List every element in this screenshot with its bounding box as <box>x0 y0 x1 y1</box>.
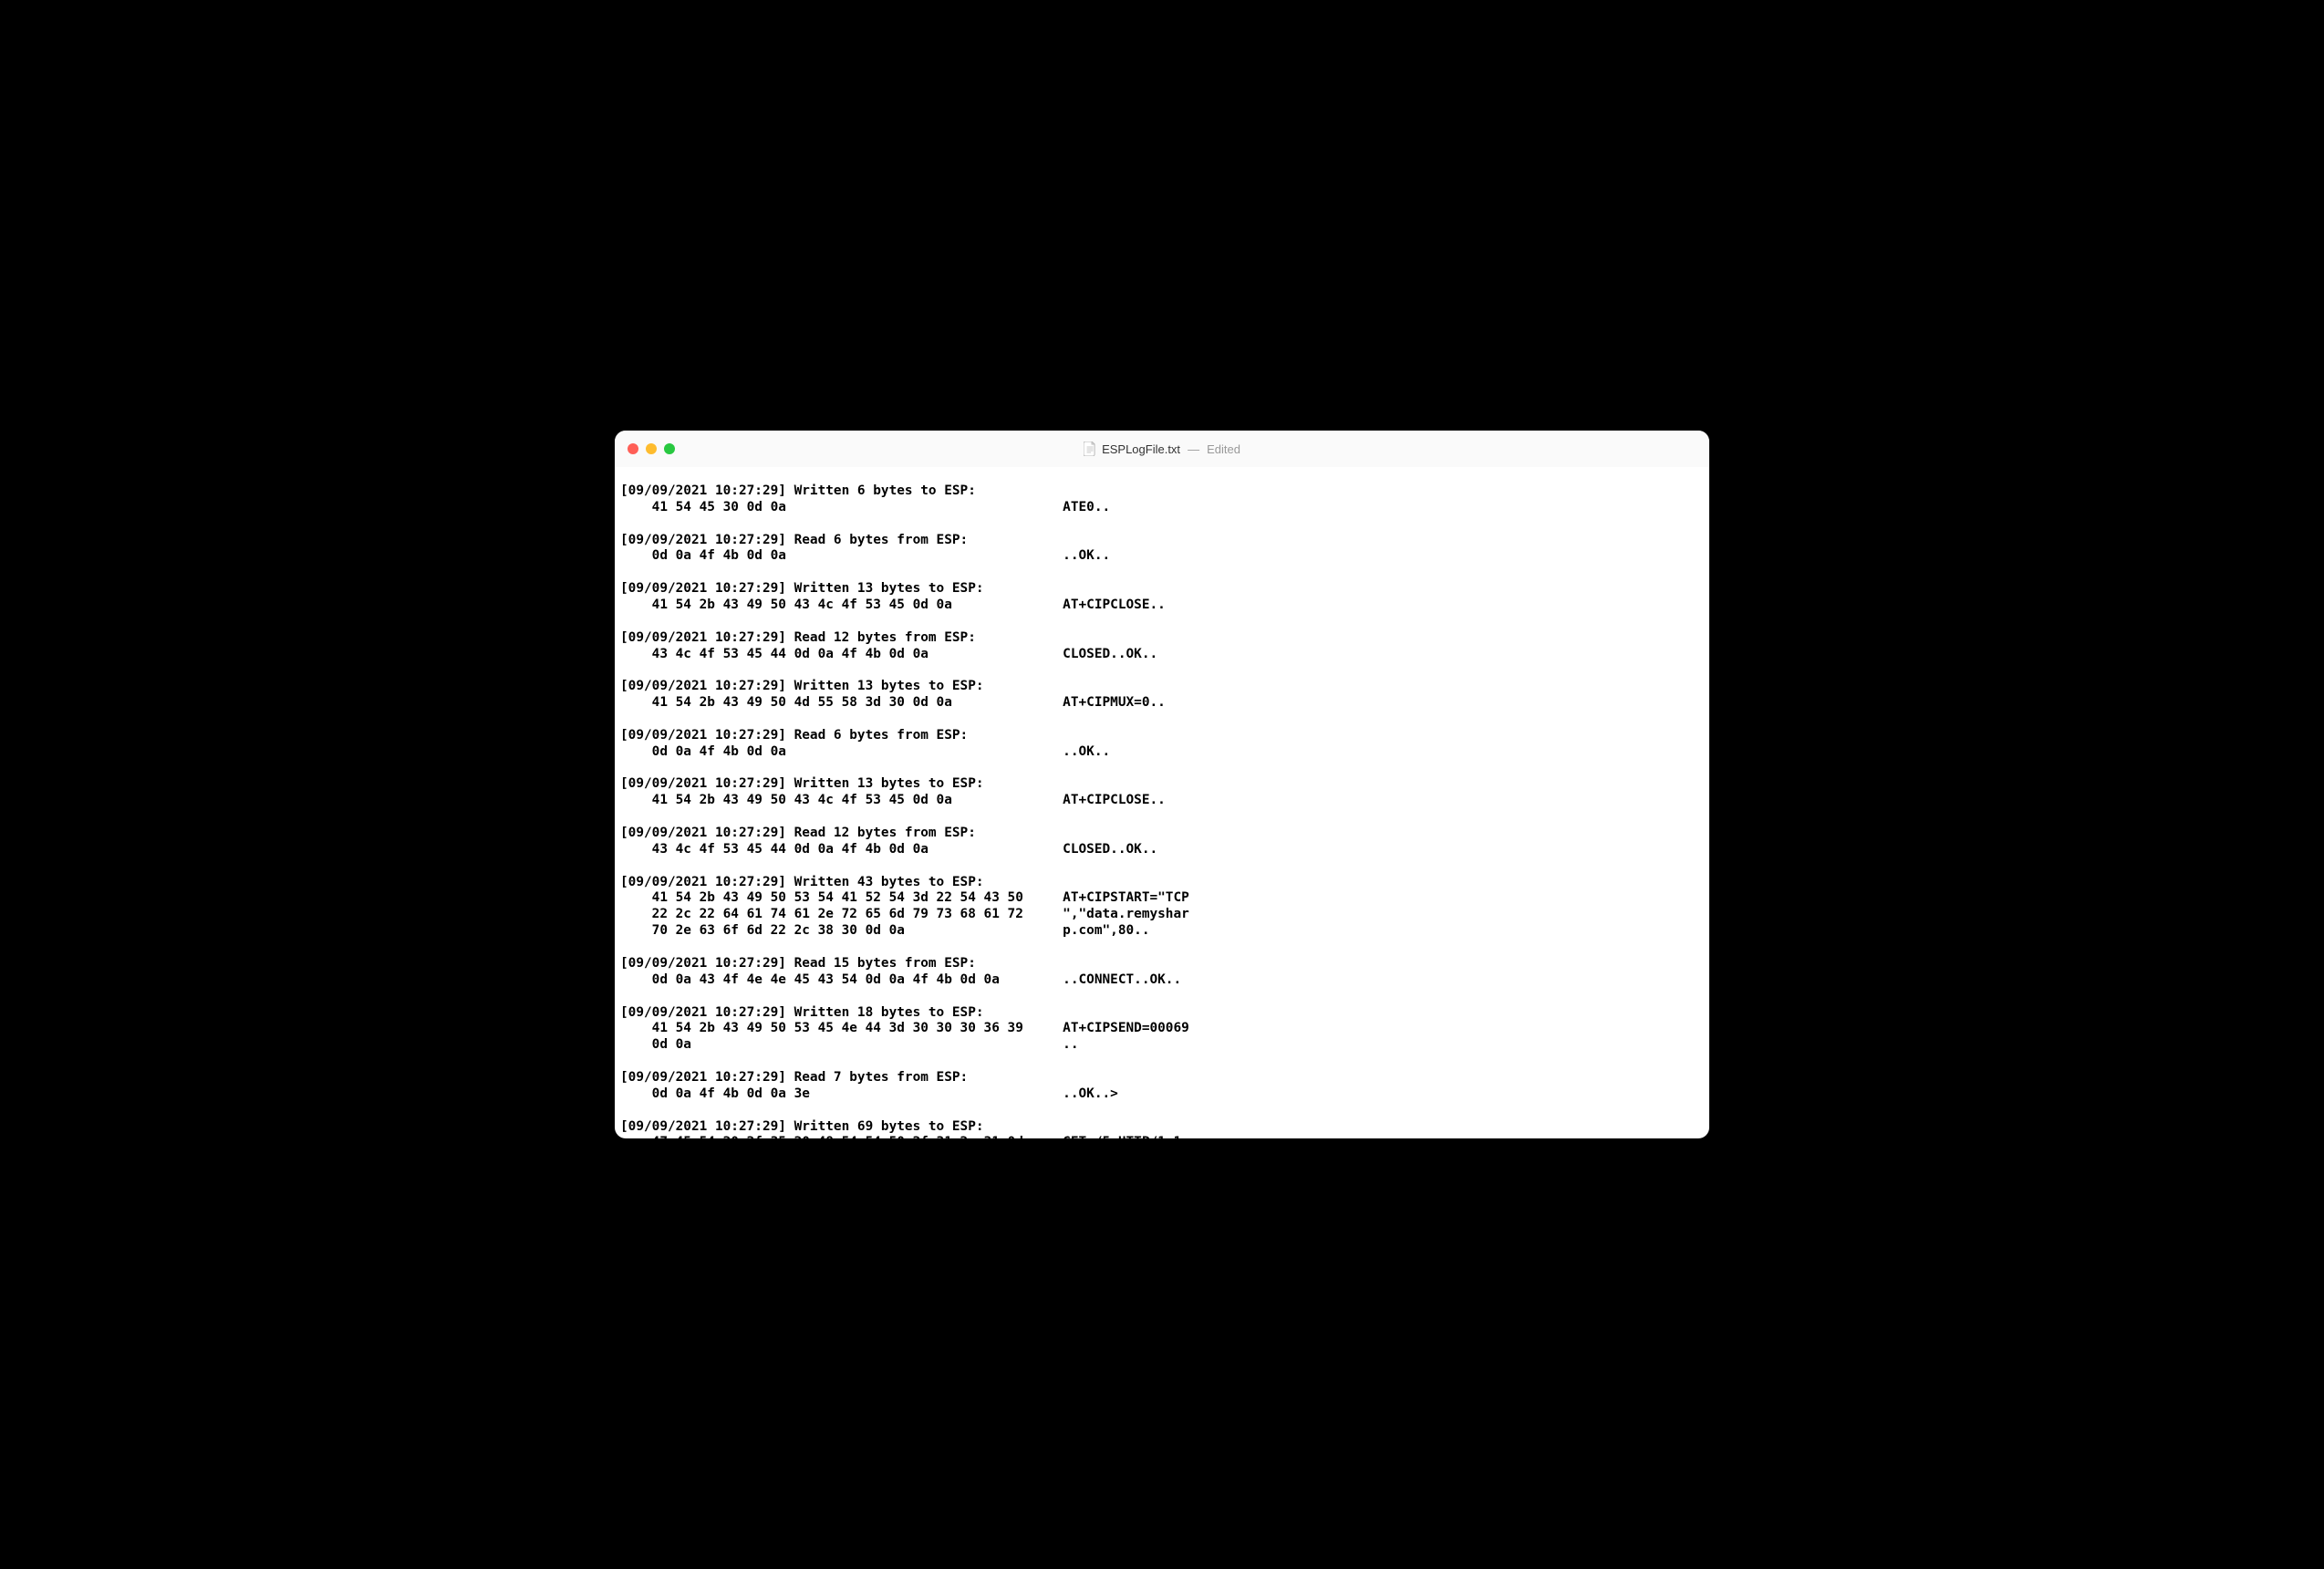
window-title: ESPLogFile.txt — Edited <box>1084 442 1240 456</box>
close-button[interactable] <box>628 443 638 454</box>
titlebar[interactable]: ESPLogFile.txt — Edited <box>615 431 1709 467</box>
log-text[interactable]: [09/09/2021 10:27:29] Written 6 bytes to… <box>620 483 1704 1138</box>
traffic-lights <box>628 443 675 454</box>
title-separator: — <box>1186 442 1201 456</box>
edited-label: Edited <box>1207 442 1240 456</box>
filename-label: ESPLogFile.txt <box>1102 442 1180 456</box>
window: ESPLogFile.txt — Edited [09/09/2021 10:2… <box>615 431 1709 1138</box>
minimize-button[interactable] <box>646 443 657 454</box>
document-icon <box>1084 442 1096 456</box>
editor-content[interactable]: [09/09/2021 10:27:29] Written 6 bytes to… <box>615 467 1709 1138</box>
maximize-button[interactable] <box>664 443 675 454</box>
